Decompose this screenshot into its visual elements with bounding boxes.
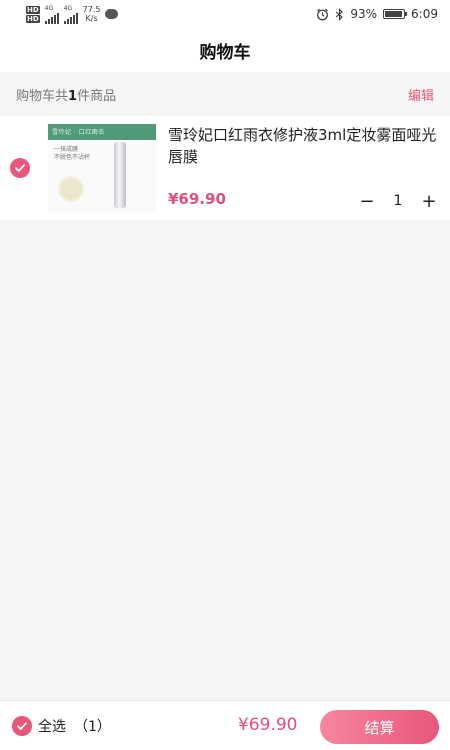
product-image-line: 一抹成膜 — [54, 146, 79, 153]
total-price: ¥69.90 — [238, 715, 298, 735]
product-image-caption: 一抹成膜 不脱色不沾杯 — [54, 146, 90, 162]
quantity-stepper: − 1 + — [356, 190, 440, 212]
cart-item: 雪玲妃 · 口红雨衣 一抹成膜 不脱色不沾杯 雪玲妃口红雨衣修护液3ml定妆雾面… — [0, 116, 450, 220]
cart-item-count: 1 — [68, 88, 78, 104]
alarm-icon — [317, 8, 329, 20]
page-title: 购物车 — [199, 42, 251, 63]
product-image-line: 不脱色不沾杯 — [54, 154, 91, 161]
cart-summary-text: 购物车共1件商品 — [16, 85, 116, 104]
clock: 6:09 — [411, 7, 438, 21]
product-tube-graphic — [114, 142, 126, 208]
product-image-brand-text: 雪玲妃 · 口红雨衣 — [52, 129, 105, 136]
status-right: 93% 6:09 — [316, 7, 438, 21]
select-all-toggle[interactable]: 全选 （1） — [12, 716, 111, 736]
battery-percent: 93% — [350, 7, 378, 21]
cart-summary-bar: 购物车共1件商品 编辑 — [0, 72, 450, 116]
nav-bar: 购物车 — [0, 28, 450, 72]
signal-icon — [44, 12, 59, 24]
hd-icon: HD — [26, 14, 40, 23]
bluetooth-icon — [336, 7, 344, 21]
signal-1: 4G — [44, 4, 59, 24]
battery-icon — [383, 9, 408, 19]
decrease-quantity-button[interactable]: − — [356, 190, 378, 212]
selected-count: （1） — [74, 719, 111, 735]
quantity-value[interactable]: 1 — [378, 193, 418, 209]
checkmark-icon — [15, 164, 25, 172]
product-title[interactable]: 雪玲妃口红雨衣修护液3ml定妆雾面哑光唇膜 — [168, 124, 438, 168]
select-all-label: 全选 — [38, 719, 66, 735]
cart-summary-prefix: 购物车共 — [16, 88, 69, 104]
network-type-label: 4G — [63, 4, 73, 12]
battery-level — [385, 11, 402, 17]
hd-icon: HD — [26, 5, 40, 14]
increase-quantity-button[interactable]: + — [418, 190, 440, 212]
status-left: HD HD 4G 4G 77.5 K/s — [26, 4, 119, 24]
product-price: ¥69.90 — [168, 190, 226, 208]
hd-indicators: HD HD — [26, 5, 40, 23]
edit-button[interactable]: 编辑 — [408, 85, 434, 104]
select-all-checkbox[interactable] — [12, 716, 32, 736]
signal-2: 4G — [63, 4, 78, 24]
checkout-button[interactable]: 结算 — [320, 710, 439, 744]
checkout-bar: 全选 （1） ¥69.90 结算 — [0, 700, 450, 750]
product-image[interactable]: 雪玲妃 · 口红雨衣 一抹成膜 不脱色不沾杯 — [48, 124, 156, 212]
checkmark-icon — [17, 722, 27, 730]
cart-summary-suffix: 件商品 — [77, 88, 117, 104]
item-checkbox[interactable] — [10, 158, 30, 178]
network-speed-value: 77.5 — [82, 5, 101, 14]
network-speed: 77.5 K/s — [83, 5, 101, 23]
status-bar: HD HD 4G 4G 77.5 K/s 93% 6:09 — [0, 0, 450, 28]
network-speed-unit: K/s — [85, 14, 98, 23]
network-type-label: 4G — [44, 4, 54, 12]
message-icon — [105, 9, 119, 19]
product-cap-graphic — [58, 176, 84, 202]
signal-icon — [63, 12, 78, 24]
